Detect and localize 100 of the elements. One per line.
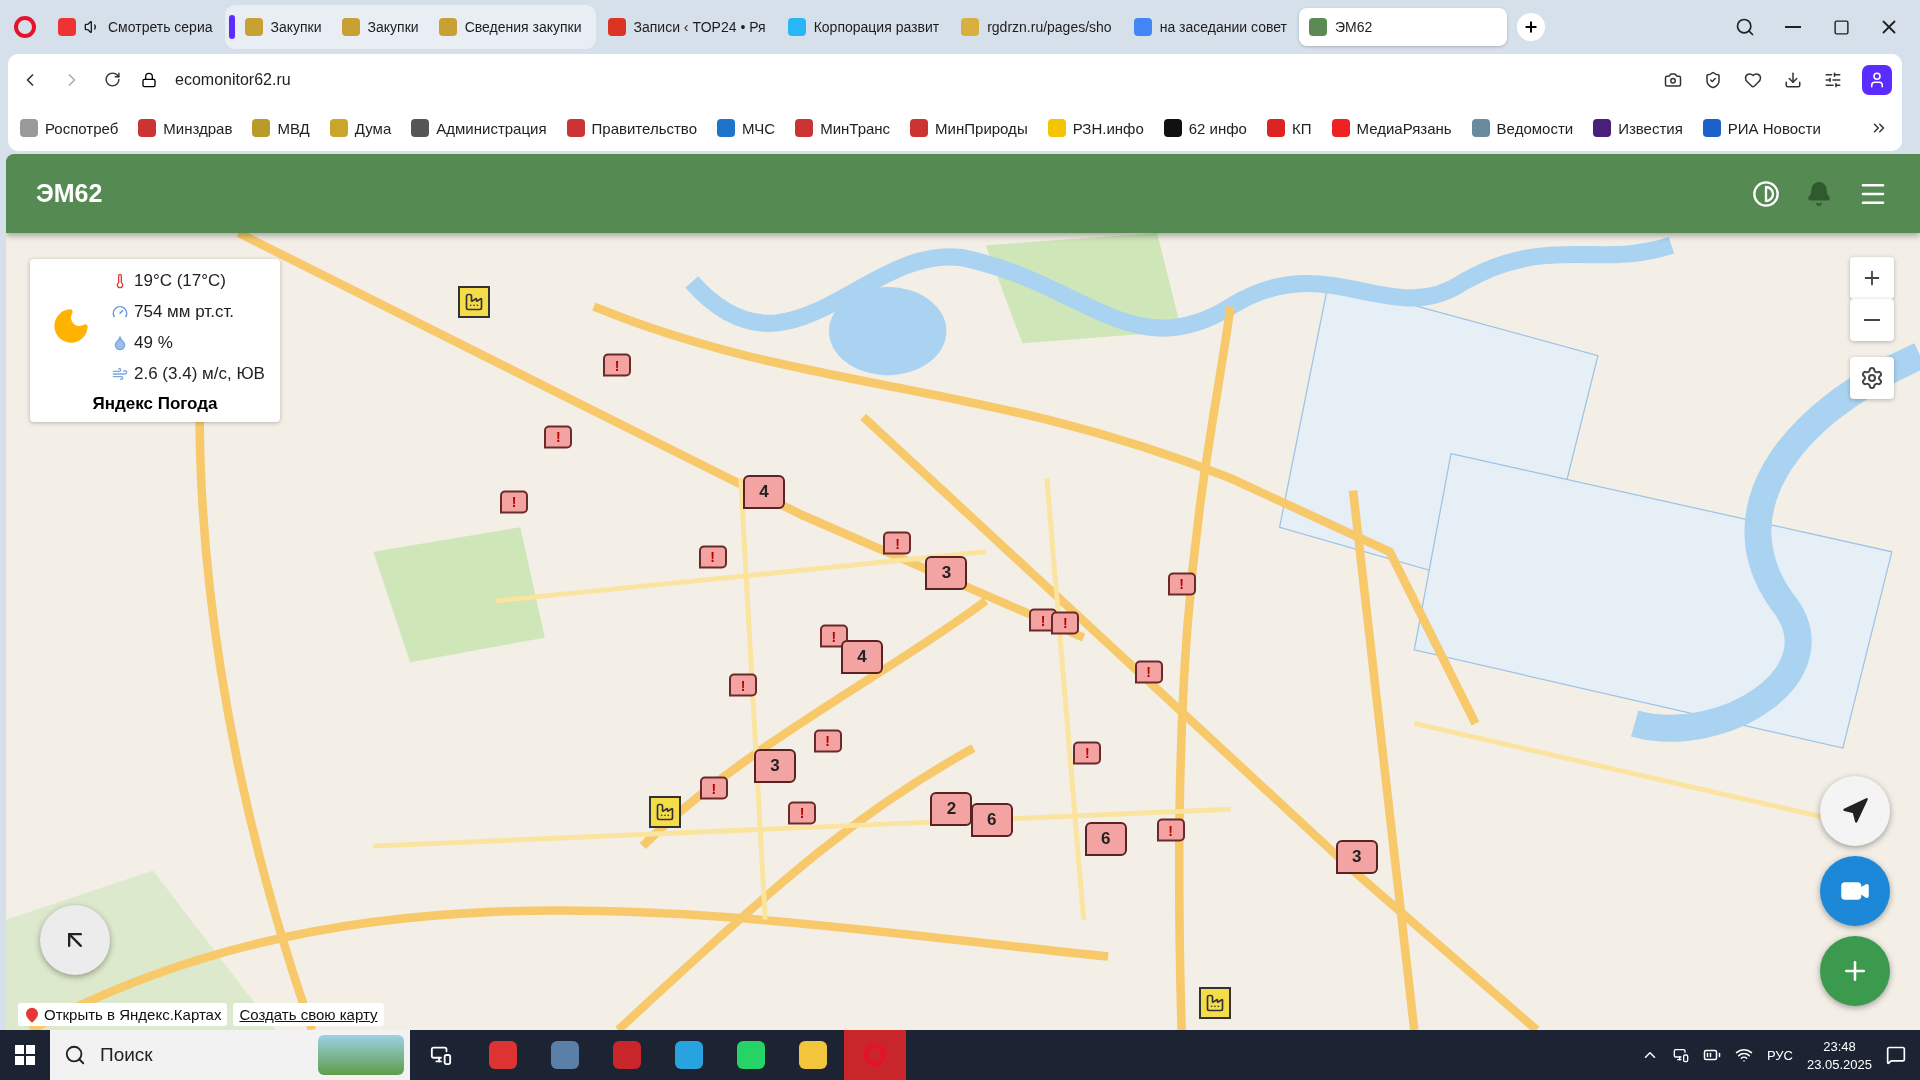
site-icon (795, 119, 814, 137)
cluster-marker[interactable]: 6 (970, 803, 1013, 838)
new-tab-button[interactable] (1516, 13, 1545, 41)
site-icon (411, 119, 430, 137)
app-icon (799, 1041, 827, 1069)
cluster-marker[interactable]: 3 (1335, 840, 1378, 875)
wifi-icon[interactable] (1734, 1046, 1753, 1064)
site-icon (1163, 119, 1182, 137)
browser-tab[interactable]: Закупки (331, 8, 429, 46)
browser-tab[interactable]: Сведения закупки (428, 8, 592, 46)
map-pin-icon (24, 1006, 40, 1023)
site-icon (566, 119, 585, 137)
task-view-icon (430, 1044, 452, 1066)
browser-tab[interactable]: ЭМ62 (1298, 8, 1507, 46)
site-icon (138, 119, 157, 137)
notifications-icon[interactable] (1886, 1045, 1906, 1065)
wind-text: 2.6 (3.4) м/с, ЮВ (134, 364, 265, 384)
sliders-icon (1824, 70, 1842, 89)
app-icon (675, 1041, 703, 1069)
bookmark-link[interactable]: МедиаРязань (1331, 119, 1452, 137)
cluster-marker[interactable]: 4 (743, 474, 785, 509)
contrast-icon (1752, 179, 1780, 208)
site-icon (1266, 119, 1285, 137)
cluster-marker[interactable]: 3 (925, 555, 968, 590)
search-icon (1735, 17, 1755, 37)
app-icon (613, 1041, 641, 1069)
bookmark-link[interactable]: Известия (1593, 119, 1683, 137)
clock-date: 23.05.2025 (1806, 1056, 1872, 1072)
factory-marker-icon[interactable] (1198, 987, 1231, 1019)
minus-icon (1864, 319, 1880, 321)
app-title: ЭМ62 (36, 179, 104, 208)
cluster-marker[interactable]: 4 (840, 640, 883, 675)
bookmark-link[interactable]: МинТранс (795, 119, 891, 137)
site-icon (1308, 18, 1327, 36)
language-indicator[interactable]: РУС (1766, 1047, 1793, 1063)
bookmark-link[interactable]: МЧС (717, 119, 776, 137)
bookmark-link[interactable]: РЗН.инфо (1047, 119, 1144, 137)
weather-source: Яндекс Погода (91, 394, 219, 414)
plus-icon (1522, 19, 1539, 35)
user-icon (1868, 70, 1886, 89)
browser-tab[interactable]: rgdrzn.ru/pages/sho (951, 8, 1122, 46)
app-icon (737, 1041, 765, 1069)
maximize-icon (1832, 18, 1850, 36)
bookmark-link[interactable]: Дума (329, 119, 392, 137)
site-icon (1133, 18, 1152, 36)
site-icon (787, 18, 806, 36)
droplet-icon (112, 335, 128, 351)
map-link[interactable]: Создать свою карту (233, 1003, 384, 1026)
app-icon (489, 1041, 517, 1069)
browser-tab[interactable]: на заседании совет (1123, 8, 1297, 46)
bookmark-link[interactable]: Правительство (566, 119, 697, 137)
site-icon (438, 18, 457, 36)
bookmark-link[interactable]: КП (1266, 119, 1312, 137)
map-link[interactable]: Открыть в Яндекс.Картах (18, 1003, 228, 1026)
ring-icon (864, 1044, 886, 1066)
gear-icon (1860, 366, 1884, 390)
browser-logo-icon[interactable] (14, 16, 36, 38)
browser-tab[interactable]: Корпорация развит (777, 8, 950, 46)
site-icon (717, 119, 735, 137)
site-icon (961, 18, 980, 36)
site-icon (244, 18, 263, 36)
bookmark-link[interactable]: МинПрироды (910, 119, 1028, 137)
bookmark-link[interactable]: 62 инфо (1163, 119, 1247, 137)
lock-icon (141, 71, 157, 88)
site-icon (607, 18, 626, 36)
cluster-marker[interactable]: 6 (1084, 821, 1127, 856)
profile-button[interactable] (1862, 64, 1892, 95)
zoom-in-button[interactable] (1850, 257, 1894, 299)
taskbar-search-field[interactable]: Поиск (50, 1030, 410, 1080)
shield-icon (1704, 70, 1722, 89)
browser-tab[interactable]: Смотреть сериа (48, 8, 223, 46)
heart-icon (1744, 70, 1762, 89)
site-icon (1331, 119, 1350, 137)
settings-button[interactable] (1850, 357, 1894, 399)
humidity-text: 49 % (134, 333, 173, 353)
cluster-marker[interactable]: 3 (754, 749, 796, 784)
reload-button[interactable] (102, 69, 123, 90)
bookmark-link[interactable]: Минздрав (138, 119, 233, 137)
wind-icon (112, 366, 128, 382)
bookmark-link[interactable]: РИА Новости (1702, 119, 1821, 137)
site-icon (341, 18, 360, 36)
browser-tab[interactable]: Записи ‹ TOP24 • Ря (597, 8, 776, 46)
bookmark-link[interactable]: Администрация (411, 119, 547, 137)
bookmark-link[interactable]: Ведомости (1471, 119, 1574, 137)
search-icon (64, 1044, 86, 1066)
device-icon[interactable] (1672, 1047, 1689, 1063)
navigation-arrow-icon (1841, 797, 1869, 825)
clock-time: 23:48 (1823, 1038, 1856, 1054)
cluster-marker[interactable]: 2 (930, 792, 973, 827)
pressure-text: 754 мм рт.ст. (134, 302, 235, 322)
site-icon (329, 119, 348, 137)
bookmark-link[interactable]: Роспотреб (20, 119, 119, 137)
site-icon (1593, 119, 1612, 137)
contrast-button[interactable] (1752, 179, 1780, 208)
bookmark-link[interactable]: МВД (252, 119, 310, 137)
gauge-icon (112, 304, 128, 320)
browser-tab[interactable]: Закупки (234, 8, 332, 46)
temperature-text: 19°C (17°C) (134, 271, 226, 291)
site-icon (1471, 119, 1490, 137)
camera-icon (1664, 70, 1682, 89)
